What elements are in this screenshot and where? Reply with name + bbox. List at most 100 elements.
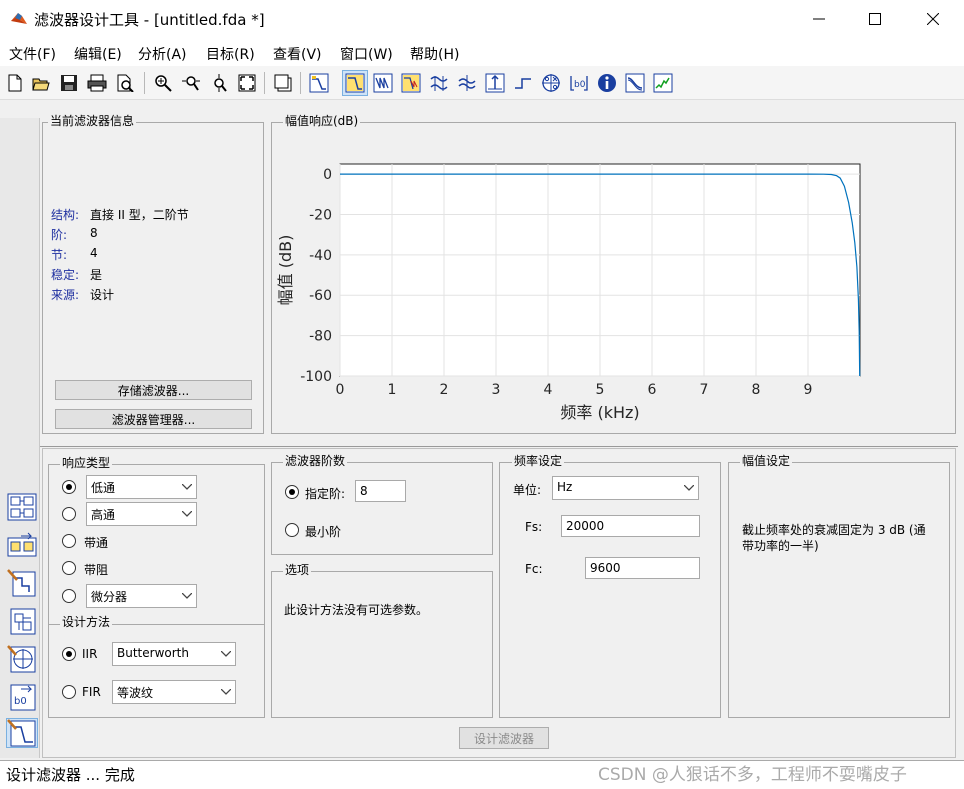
x-tick-label: 2 (440, 382, 449, 398)
pole-zero-editor-side-button[interactable] (6, 644, 38, 674)
info-order-label: 阶: (51, 228, 68, 242)
filter-coefficients-button[interactable]: b0 (568, 72, 590, 94)
info-source-value: 设计 (90, 288, 115, 302)
order-input[interactable]: 8 (355, 480, 406, 502)
x-tick-label: 0 (336, 382, 345, 398)
radio-bandstop[interactable] (62, 561, 76, 575)
menu-file[interactable]: 文件(F) (9, 44, 56, 64)
svg-text:b0: b0 (574, 80, 586, 90)
fc-label: Fc: (525, 562, 543, 576)
units-label: 单位: (513, 483, 542, 497)
x-tick-label: 4 (544, 382, 553, 398)
options-title: 选项 (283, 563, 312, 577)
fs-input[interactable]: 20000 (561, 515, 700, 537)
lowpass-select[interactable]: 低通 (86, 475, 197, 499)
frequency-spec-panel (499, 462, 721, 718)
bandpass-label[interactable]: 带通 (84, 534, 108, 551)
phase-delay-button[interactable] (456, 72, 478, 94)
step-response-button[interactable] (512, 72, 534, 94)
magnitude-spec-text-line2: 带功率的一半) (742, 539, 819, 553)
iir-label[interactable]: IIR (82, 647, 97, 661)
toolbar-separator (144, 72, 145, 94)
info-structure-label: 结构: (51, 208, 80, 222)
zoom-in-button[interactable] (152, 72, 174, 94)
new-button[interactable] (4, 72, 26, 94)
options-text: 此设计方法没有可选参数。 (284, 603, 429, 617)
transform-filter-side-button[interactable] (6, 530, 38, 560)
zoom-x-button[interactable] (180, 72, 202, 94)
store-filter-button[interactable]: 存储滤波器... (55, 380, 252, 400)
zoom-x-icon (182, 76, 200, 91)
open-icon (32, 78, 50, 91)
radio-iir[interactable] (62, 647, 76, 661)
mag-phase-icon (401, 73, 421, 93)
info-order-value: 8 (90, 226, 98, 240)
phase-response-button[interactable] (372, 72, 394, 94)
menu-edit[interactable]: 编辑(E) (74, 44, 122, 64)
radio-highpass[interactable] (62, 507, 76, 521)
zoom-y-button[interactable] (208, 72, 230, 94)
bandstop-label[interactable]: 带阻 (84, 561, 108, 578)
create-multirate-side-button[interactable] (6, 568, 38, 598)
minimize-button[interactable] (796, 0, 842, 38)
print-preview-button[interactable] (114, 72, 136, 94)
noise-psd-button[interactable] (652, 72, 674, 94)
options-panel (271, 571, 493, 718)
filter-coeff-icon: b0 (570, 76, 588, 91)
filter-info-button[interactable] (596, 72, 618, 94)
fir-label[interactable]: FIR (82, 685, 101, 699)
full-view-button[interactable] (236, 72, 258, 94)
svg-text:b0: b0 (14, 696, 27, 707)
impulse-response-button[interactable] (484, 72, 506, 94)
radio-specify-order[interactable] (285, 485, 299, 499)
differentiator-select[interactable]: 微分器 (86, 584, 197, 608)
full-view-icon (238, 74, 256, 92)
x-tick-label: 5 (596, 382, 605, 398)
open-button[interactable] (30, 72, 52, 94)
radio-lowpass[interactable] (62, 480, 76, 494)
group-delay-button[interactable] (428, 72, 450, 94)
filter-spec-button[interactable] (308, 72, 330, 94)
iir-method-select[interactable]: Butterworth (112, 642, 236, 666)
fc-input[interactable]: 9600 (585, 557, 700, 579)
design-filter-button[interactable]: 设计滤波器 (459, 727, 549, 749)
info-sections-value: 4 (90, 246, 98, 260)
design-filter-side-button-active[interactable] (6, 718, 38, 748)
magnitude-spec-title: 幅值设定 (740, 454, 793, 468)
y-tick-label: -60 (309, 288, 332, 304)
print-button[interactable] (86, 72, 108, 94)
menu-help[interactable]: 帮助(H) (410, 44, 459, 64)
info-sections-label: 节: (51, 248, 68, 262)
radio-differentiator[interactable] (62, 589, 76, 603)
close-button[interactable] (910, 0, 956, 38)
print-icon (87, 74, 107, 92)
realize-model-side-button[interactable] (6, 606, 38, 636)
import-filter-side-button[interactable]: b0 (6, 682, 38, 712)
specify-order-label[interactable]: 指定阶: (305, 485, 345, 502)
y-tick-label: -100 (300, 369, 332, 385)
new-window-button[interactable] (272, 72, 294, 94)
filter-manager-button[interactable]: 滤波器管理器... (55, 409, 252, 429)
pole-zero-button[interactable] (540, 72, 562, 94)
fir-method-select[interactable]: 等波纹 (112, 680, 236, 704)
units-select[interactable]: Hz (552, 476, 699, 500)
radio-bandpass[interactable] (62, 534, 76, 548)
toolbar-separator (264, 72, 265, 94)
magnitude-response-button[interactable] (342, 70, 368, 96)
radio-fir[interactable] (62, 685, 76, 699)
pole-zero-icon (542, 74, 560, 92)
maximize-button[interactable] (852, 0, 898, 38)
magnitude-estimate-button[interactable] (624, 72, 646, 94)
menu-targets[interactable]: 目标(R) (206, 44, 255, 64)
design-filter-side-button[interactable] (6, 492, 38, 522)
mag-phase-button[interactable] (400, 72, 422, 94)
save-button[interactable] (58, 72, 80, 94)
menu-analysis[interactable]: 分析(A) (138, 44, 187, 64)
magnitude-response-chart[interactable]: 0 1 2 3 4 5 6 7 8 9 0 -20 -40 -60 -80 -100 频率 (kHz) 幅值… (271, 140, 956, 432)
radio-minimum-order[interactable] (285, 523, 299, 537)
highpass-select[interactable]: 高通 (86, 502, 197, 526)
menu-window[interactable]: 窗口(W) (340, 44, 393, 64)
magnitude-spec-panel (728, 462, 950, 718)
minimum-order-label[interactable]: 最小阶 (305, 523, 341, 540)
menu-view[interactable]: 查看(V) (273, 44, 322, 64)
